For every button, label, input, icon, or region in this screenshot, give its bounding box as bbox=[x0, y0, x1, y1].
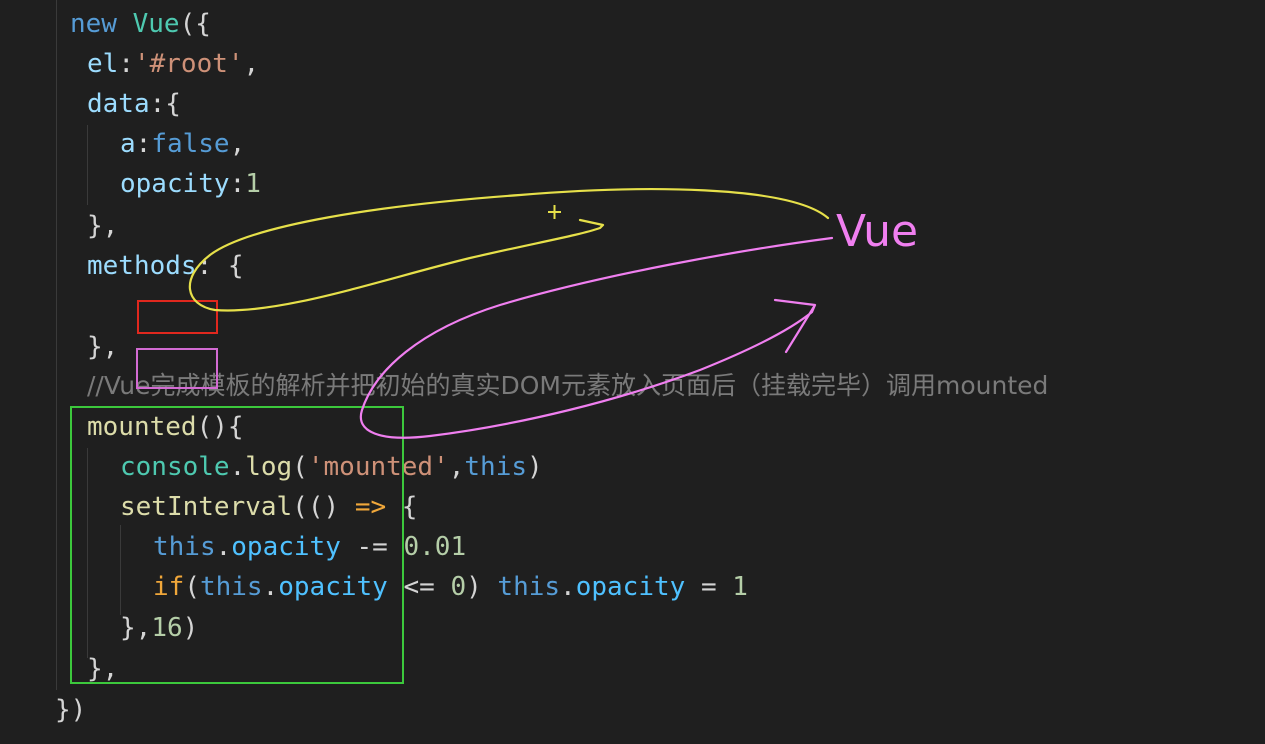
punctuation: ) bbox=[323, 492, 340, 522]
punctuation: ) bbox=[466, 572, 482, 602]
annotation-vue-label: Vue bbox=[836, 206, 919, 257]
code-line-17: }) bbox=[55, 690, 86, 730]
code-line-4: a:false, bbox=[120, 124, 245, 164]
punctuation: ( bbox=[184, 572, 200, 602]
punctuation: }, bbox=[120, 613, 152, 643]
indent-guide bbox=[120, 525, 121, 615]
keyword-this: this bbox=[153, 532, 216, 562]
punctuation: ) bbox=[527, 452, 543, 482]
code-editor[interactable]: new Vue({ el:'#root', data:{ a:false, op… bbox=[0, 0, 1265, 744]
indent-guide bbox=[56, 0, 57, 690]
punctuation: , bbox=[229, 129, 246, 159]
code-line-15: },16) bbox=[120, 608, 198, 648]
code-line-2: el:'#root', bbox=[87, 44, 259, 84]
code-line-16: }, bbox=[87, 649, 118, 689]
punctuation: : bbox=[135, 129, 152, 159]
punctuation: }, bbox=[87, 654, 119, 684]
punctuation: ) bbox=[182, 613, 199, 643]
prop-data: data bbox=[87, 89, 150, 119]
punctuation: . bbox=[229, 452, 246, 482]
number: 16 bbox=[151, 613, 183, 643]
function-setinterval: setInterval bbox=[120, 492, 293, 522]
punctuation: }, bbox=[87, 211, 119, 241]
plus-cursor-icon bbox=[548, 205, 561, 219]
punctuation: (( bbox=[292, 492, 324, 522]
punctuation: { bbox=[401, 492, 418, 522]
punctuation: , bbox=[448, 452, 465, 482]
code-line-1: new Vue({ bbox=[70, 4, 211, 44]
number: 0.01 bbox=[403, 532, 467, 562]
prop-el: el bbox=[87, 49, 119, 79]
comment: //Vue完成模板的解析并把初始的真实DOM元素放入页面后（挂载完毕）调用mou… bbox=[87, 371, 1049, 400]
punctuation: ( bbox=[292, 452, 308, 482]
object-console: console bbox=[120, 452, 230, 482]
class-vue: Vue bbox=[132, 9, 180, 39]
code-line-6: }, bbox=[87, 206, 118, 246]
string-mounted: 'mounted' bbox=[307, 452, 449, 482]
punctuation: . bbox=[215, 532, 232, 562]
keyword-new: new bbox=[70, 9, 117, 39]
arrow-operator: => bbox=[354, 492, 387, 522]
punctuation: : bbox=[118, 49, 134, 79]
number: 0 bbox=[450, 572, 467, 602]
code-line-14: if(this.opacity <= 0) this.opacity = 1 bbox=[153, 567, 748, 607]
keyword-this: this bbox=[199, 572, 263, 602]
value-false: false bbox=[151, 129, 230, 159]
prop-methods: methods bbox=[87, 251, 197, 281]
prop-a: a bbox=[120, 129, 136, 159]
code-line-13: this.opacity -= 0.01 bbox=[153, 527, 466, 567]
number: 1 bbox=[245, 169, 261, 199]
yellow-loop-arrow bbox=[188, 188, 830, 312]
prop-opacity: opacity bbox=[120, 169, 230, 199]
operator: <= bbox=[403, 572, 435, 602]
punctuation: ({ bbox=[179, 9, 211, 39]
punctuation: , bbox=[243, 49, 260, 79]
string-root: '#root' bbox=[133, 49, 244, 79]
pink-loop-arrow bbox=[359, 236, 834, 439]
punctuation: (){ bbox=[196, 412, 244, 442]
red-highlight-box bbox=[137, 300, 218, 334]
keyword-this: this bbox=[497, 572, 561, 602]
indent-guide bbox=[87, 125, 88, 205]
code-line-11: console.log('mounted',this) bbox=[120, 447, 543, 487]
code-line-8: }, bbox=[87, 327, 118, 367]
function-log: log bbox=[245, 452, 293, 482]
punctuation: : { bbox=[196, 251, 244, 281]
prop-opacity: opacity bbox=[231, 532, 341, 562]
prop-opacity: opacity bbox=[278, 572, 388, 602]
punctuation: }) bbox=[55, 695, 87, 725]
function-mounted: mounted bbox=[87, 412, 197, 442]
prop-opacity: opacity bbox=[575, 572, 686, 602]
number: 1 bbox=[732, 572, 748, 602]
punctuation: . bbox=[262, 572, 279, 602]
punctuation: :{ bbox=[149, 89, 181, 119]
indent-guide bbox=[87, 448, 88, 658]
punctuation: : bbox=[229, 169, 246, 199]
punctuation: }, bbox=[87, 332, 119, 362]
keyword-this: this bbox=[464, 452, 528, 482]
operator: = bbox=[700, 572, 717, 602]
code-line-12: setInterval(() => { bbox=[120, 487, 417, 527]
keyword-if: if bbox=[153, 572, 185, 602]
operator: -= bbox=[356, 532, 388, 562]
code-line-5: opacity:1 bbox=[120, 164, 261, 204]
code-line-7: methods: { bbox=[87, 246, 244, 286]
code-line-10: mounted(){ bbox=[87, 407, 244, 447]
punctuation: . bbox=[560, 572, 576, 602]
code-line-3: data:{ bbox=[87, 84, 181, 124]
code-line-9-comment: //Vue完成模板的解析并把初始的真实DOM元素放入页面后（挂载完毕）调用mou… bbox=[87, 366, 1048, 406]
